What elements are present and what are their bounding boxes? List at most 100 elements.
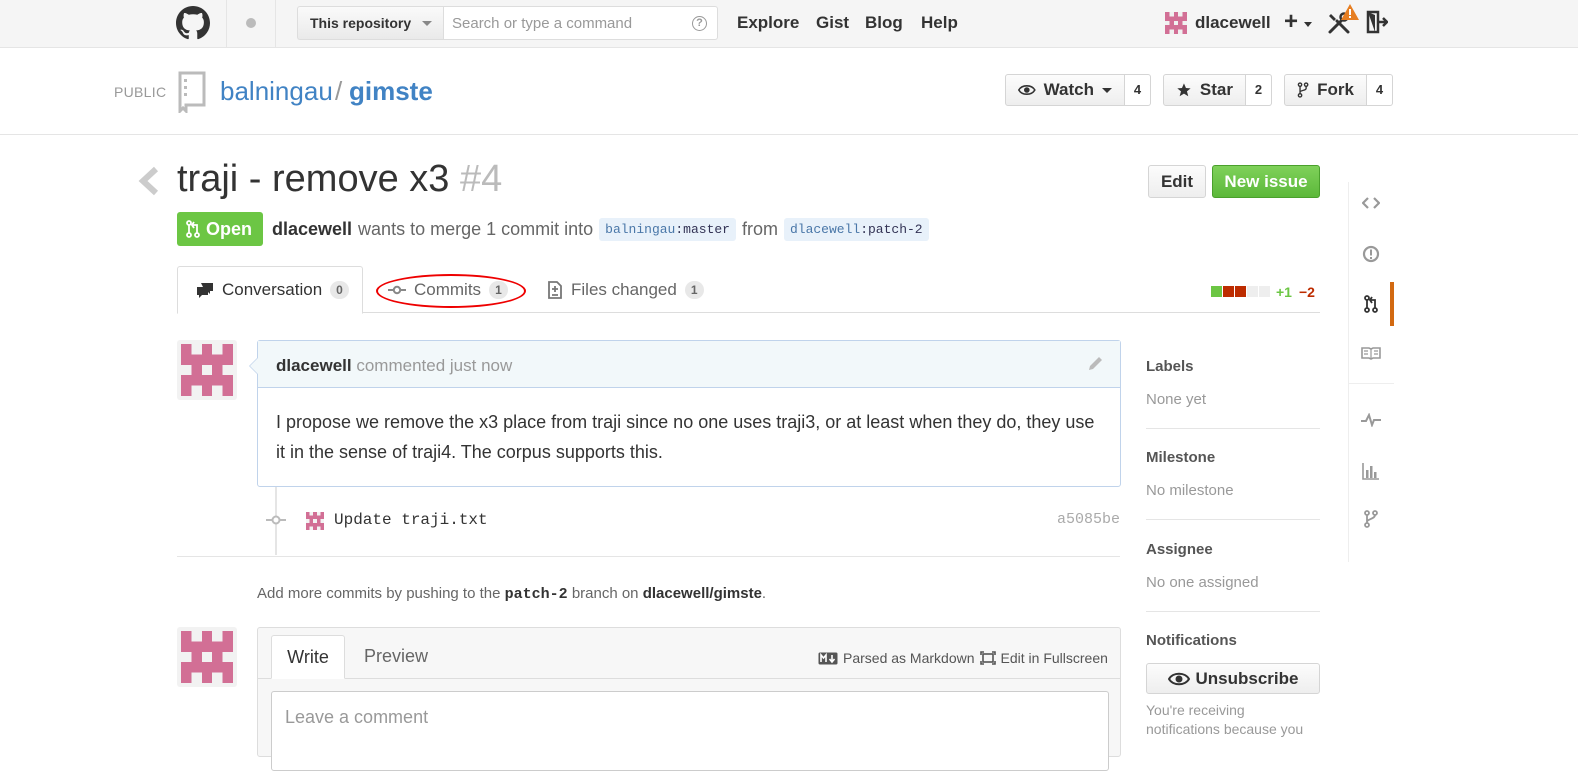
pull-request-icon bbox=[1364, 295, 1378, 313]
header-divider bbox=[275, 0, 276, 48]
pr-author-link[interactable]: dlacewell bbox=[272, 219, 352, 240]
tab-write[interactable]: Write bbox=[271, 635, 345, 679]
github-logo-icon[interactable] bbox=[176, 6, 210, 40]
base-branch[interactable]: balningau:master bbox=[599, 218, 736, 241]
help-icon[interactable]: ? bbox=[692, 16, 707, 31]
new-comment-form: Write Preview Parsed as Markdown Edit in… bbox=[257, 627, 1121, 771]
push-hint-prefix: Add more commits by pushing to the bbox=[257, 585, 501, 602]
labels-value: None yet bbox=[1146, 391, 1207, 408]
tab-files-changed[interactable]: Files changed 1 bbox=[547, 266, 704, 313]
assignee-value: No one assigned bbox=[1146, 574, 1259, 591]
watch-count[interactable]: 4 bbox=[1125, 74, 1151, 106]
search-scope-label: This repository bbox=[310, 15, 412, 31]
comment-author-link[interactable]: dlacewell bbox=[276, 356, 352, 375]
assignee-heading[interactable]: Assignee bbox=[1146, 541, 1213, 558]
notifications-heading: Notifications bbox=[1146, 632, 1237, 649]
chevron-left-icon[interactable] bbox=[138, 166, 160, 196]
comment-header: dlacewell commented just now bbox=[258, 341, 1120, 388]
diff-icon bbox=[548, 280, 562, 299]
nav-gist[interactable]: Gist bbox=[816, 13, 849, 33]
commit-message-link[interactable]: Update traji.txt bbox=[334, 511, 488, 529]
diffstat-block bbox=[1223, 286, 1234, 297]
comment-pointer bbox=[250, 358, 258, 374]
nav-explore[interactable]: Explore bbox=[737, 13, 799, 33]
identicon-icon bbox=[181, 631, 233, 683]
watch-button[interactable]: Watch bbox=[1005, 74, 1125, 106]
fullscreen-label[interactable]: Edit in Fullscreen bbox=[1001, 650, 1108, 666]
tab-conversation-count: 0 bbox=[330, 281, 349, 299]
search-scope-dropdown[interactable]: This repository bbox=[297, 6, 444, 40]
unsubscribe-button[interactable]: Unsubscribe bbox=[1146, 663, 1320, 694]
nav-help[interactable]: Help bbox=[921, 13, 958, 33]
star-count[interactable]: 2 bbox=[1246, 74, 1272, 106]
active-nav-indicator bbox=[1390, 282, 1394, 326]
tab-preview[interactable]: Preview bbox=[364, 635, 428, 679]
milestone-heading[interactable]: Milestone bbox=[1146, 449, 1215, 466]
fork-count[interactable]: 4 bbox=[1367, 74, 1393, 106]
diffstat-bar bbox=[1211, 286, 1270, 297]
repo-nav-network[interactable] bbox=[1348, 500, 1394, 538]
comment-body: I propose we remove the x3 place from tr… bbox=[276, 412, 1095, 462]
repo-nav-code[interactable] bbox=[1348, 184, 1394, 222]
star-button[interactable]: Star bbox=[1163, 74, 1246, 106]
user-avatar[interactable] bbox=[1165, 12, 1187, 34]
head-branch[interactable]: dlacewell:patch-2 bbox=[783, 218, 929, 241]
book-icon bbox=[1361, 347, 1381, 360]
nav-blog[interactable]: Blog bbox=[865, 13, 903, 33]
status-dot-icon[interactable] bbox=[246, 18, 256, 28]
pencil-icon[interactable] bbox=[1086, 355, 1104, 373]
identicon-icon bbox=[181, 344, 233, 396]
status-badge: Open bbox=[177, 212, 263, 246]
caret-down-icon bbox=[422, 21, 432, 26]
repo-nav-issues[interactable] bbox=[1348, 235, 1394, 273]
push-hint-middle: branch on bbox=[571, 585, 639, 602]
milestone-value: No milestone bbox=[1146, 482, 1234, 499]
base-branch-name: :master bbox=[675, 222, 730, 237]
base-user: balningau bbox=[605, 222, 676, 237]
merge-text: wants to merge 1 commit into bbox=[358, 219, 594, 239]
repo-nav-pulse[interactable] bbox=[1348, 401, 1394, 439]
repo-nav-pull-requests[interactable] bbox=[1348, 285, 1394, 323]
labels-heading[interactable]: Labels bbox=[1146, 358, 1194, 375]
comment-textarea[interactable] bbox=[271, 691, 1109, 771]
username-link[interactable]: dlacewell bbox=[1195, 13, 1271, 33]
issue-title-text: traji - remove x3 bbox=[177, 158, 450, 200]
repo-name-link[interactable]: gimste bbox=[349, 76, 433, 107]
sidebar-divider bbox=[1146, 519, 1320, 520]
from-text: from bbox=[741, 219, 778, 239]
caret-down-icon bbox=[1102, 87, 1112, 93]
eye-icon bbox=[1167, 672, 1190, 685]
form-tabs-divider bbox=[258, 678, 1120, 679]
comment-meta: commented just now bbox=[356, 356, 513, 375]
create-new-icon[interactable]: + bbox=[1284, 8, 1298, 36]
tab-conversation[interactable]: Conversation 0 bbox=[177, 266, 363, 314]
avatar[interactable] bbox=[177, 627, 237, 687]
sidebar-divider bbox=[1146, 428, 1320, 429]
issue-number: #4 bbox=[459, 158, 503, 200]
timeline-divider bbox=[177, 556, 1120, 557]
repo-nav-wiki[interactable] bbox=[1348, 334, 1394, 372]
commit-sha-link[interactable]: a5085be bbox=[1057, 511, 1120, 528]
diffstat-block bbox=[1235, 286, 1246, 297]
warning-icon[interactable] bbox=[1340, 3, 1360, 21]
markdown-note-label[interactable]: Parsed as Markdown bbox=[843, 650, 975, 666]
edit-title-button[interactable]: Edit bbox=[1148, 165, 1206, 198]
push-hint: Add more commits by pushing to the patch… bbox=[257, 585, 766, 603]
push-hint-repo-link[interactable]: dlacewell/gimste bbox=[643, 585, 762, 602]
comment: dlacewell commented just now I propose w… bbox=[257, 340, 1121, 487]
repo-nav-graphs[interactable] bbox=[1348, 452, 1394, 490]
issue-title: traji - remove x3 #4 bbox=[177, 158, 502, 201]
header-divider bbox=[226, 0, 227, 48]
new-issue-button[interactable]: New issue bbox=[1212, 165, 1320, 198]
fork-button[interactable]: Fork bbox=[1284, 74, 1367, 106]
comment-discussion-icon bbox=[197, 283, 213, 298]
code-icon bbox=[1362, 197, 1380, 209]
push-hint-branch: patch-2 bbox=[504, 586, 568, 603]
avatar[interactable] bbox=[177, 340, 237, 400]
repo-owner-link[interactable]: balningau bbox=[220, 76, 333, 107]
commit-author-avatar[interactable] bbox=[306, 512, 324, 530]
network-icon bbox=[1364, 510, 1378, 528]
fullscreen-icon bbox=[979, 651, 996, 665]
sign-out-icon[interactable] bbox=[1366, 10, 1388, 34]
search-input[interactable]: Search or type a command ? bbox=[443, 6, 718, 40]
